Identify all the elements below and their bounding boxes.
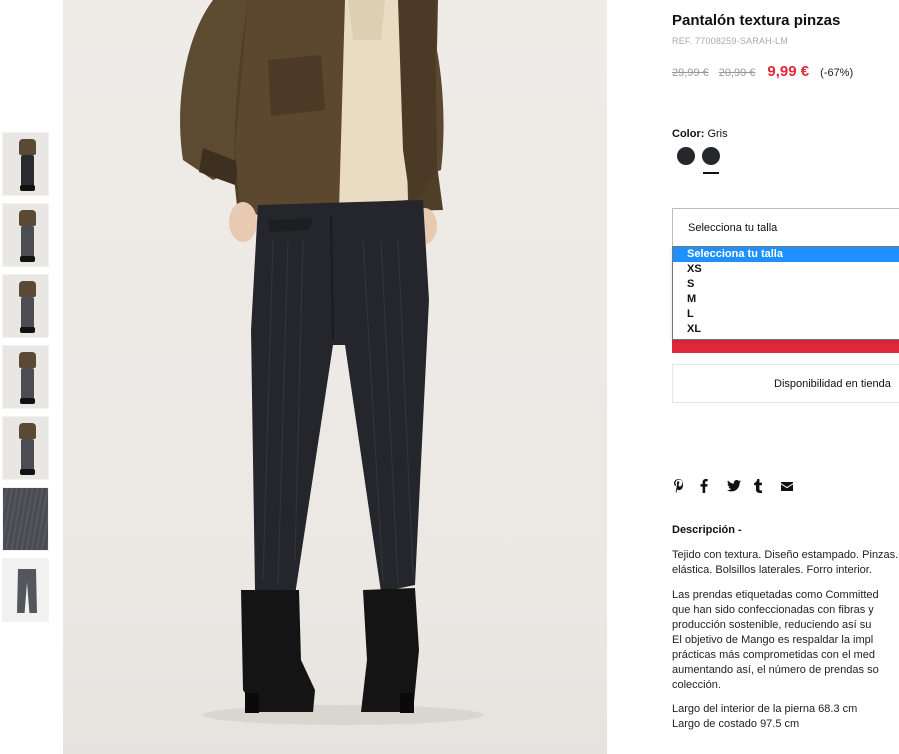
thumbnail-flat-pants — [17, 569, 37, 613]
thumbnail-figure-boots — [20, 256, 35, 262]
product-title: Pantalón textura pinzas — [672, 12, 841, 29]
discount-percentage: (-67%) — [820, 67, 854, 79]
thumbnail-6[interactable] — [2, 487, 49, 551]
thumbnail-figure-legs — [21, 226, 34, 258]
product-reference: REF. 77008259-SARAH-LM — [672, 36, 788, 46]
thumbnail-figure-jacket — [19, 352, 36, 368]
description-para2-line3: producción sostenible, reduciendo así su — [672, 619, 872, 631]
product-info-panel: Pantalón textura pinzas REF. 77008259-SA… — [672, 0, 899, 754]
size-dropdown-list: Selecciona tu talla XS S M L XL — [672, 246, 899, 340]
size-option-placeholder[interactable]: Selecciona tu talla — [673, 247, 899, 262]
color-value: Gris — [707, 128, 728, 140]
description-para2-line1: Las prendas etiquetadas como Committed — [672, 589, 879, 601]
thumbnail-4[interactable] — [2, 345, 49, 409]
description-para2-line2: que han sido confeccionadas con fibras y — [672, 604, 874, 616]
inseam-measurement: Largo del interior de la pierna 68.3 cm — [672, 703, 858, 715]
facebook-icon[interactable] — [700, 477, 727, 495]
current-price: 9,99 € — [767, 63, 810, 80]
thumbnail-figure-boots — [20, 185, 35, 191]
description-para2-line4: El objetivo de Mango es respaldar la imp… — [672, 634, 874, 646]
thumbnail-figure-jacket — [19, 281, 36, 297]
thumbnail-figure-boots — [20, 327, 35, 333]
original-price: 29,99 € — [672, 67, 709, 79]
thumbnail-figure-boots — [20, 469, 35, 475]
thumbnail-5[interactable] — [2, 416, 49, 480]
thumbnail-figure-legs — [21, 297, 34, 329]
product-main-image[interactable] — [63, 0, 607, 754]
pinterest-icon[interactable] — [673, 477, 700, 495]
selected-swatch-indicator — [703, 172, 719, 174]
email-icon[interactable] — [781, 477, 808, 495]
thumbnail-figure-boots — [20, 398, 35, 404]
thumbnail-figure-legs — [21, 155, 34, 187]
description-para1-line2: elástica. Bolsillos laterales. Forro int… — [672, 564, 872, 576]
thumbnail-2[interactable] — [2, 203, 49, 267]
thumbnail-figure-legs — [21, 439, 34, 471]
thumbnail-1[interactable] — [2, 132, 49, 196]
thumbnail-fabric-detail — [3, 488, 48, 550]
thumbnail-3[interactable] — [2, 274, 49, 338]
thumbnail-figure-jacket — [19, 423, 36, 439]
thumbnail-figure-jacket — [19, 139, 36, 155]
size-option-m[interactable]: M — [673, 292, 899, 307]
twitter-icon[interactable] — [727, 477, 754, 495]
share-icons — [673, 477, 808, 495]
tumblr-icon[interactable] — [754, 477, 781, 495]
price-row: 29,99 € 20,99 € 9,99 € (-67%) — [672, 63, 853, 80]
side-length-measurement: Largo de costado 97.5 cm — [672, 718, 800, 730]
color-swatch-2[interactable] — [702, 147, 720, 165]
thumbnail-figure-legs — [21, 368, 34, 400]
description-para2-line7: colección. — [672, 679, 721, 691]
thumbnail-figure-jacket — [19, 210, 36, 226]
size-option-xl[interactable]: XL — [673, 322, 899, 337]
previous-price: 20,99 € — [718, 67, 756, 79]
color-label-prefix: Color: — [672, 128, 705, 140]
thumbnail-list — [2, 132, 50, 629]
size-select[interactable]: Selecciona tu talla — [672, 208, 899, 248]
size-option-s[interactable]: S — [673, 277, 899, 292]
description-para2-line6: aumentando así, el número de prendas so — [672, 664, 879, 676]
description-para1-line1: Tejido con textura. Diseño estampado. Pi… — [672, 549, 899, 561]
size-option-xs[interactable]: XS — [673, 262, 899, 277]
description-para2-line5: prácticas más comprometidas con el med — [672, 649, 875, 661]
product-photo-illustration — [180, 0, 483, 725]
store-availability-button[interactable]: Disponibilidad en tienda — [672, 364, 899, 403]
description-title: Descripción - — [672, 524, 742, 536]
add-to-bag-button[interactable] — [672, 339, 899, 353]
color-label: Color: Gris — [672, 128, 728, 140]
thumbnail-7[interactable] — [2, 558, 49, 622]
size-option-l[interactable]: L — [673, 307, 899, 322]
color-swatch-1[interactable] — [677, 147, 695, 165]
